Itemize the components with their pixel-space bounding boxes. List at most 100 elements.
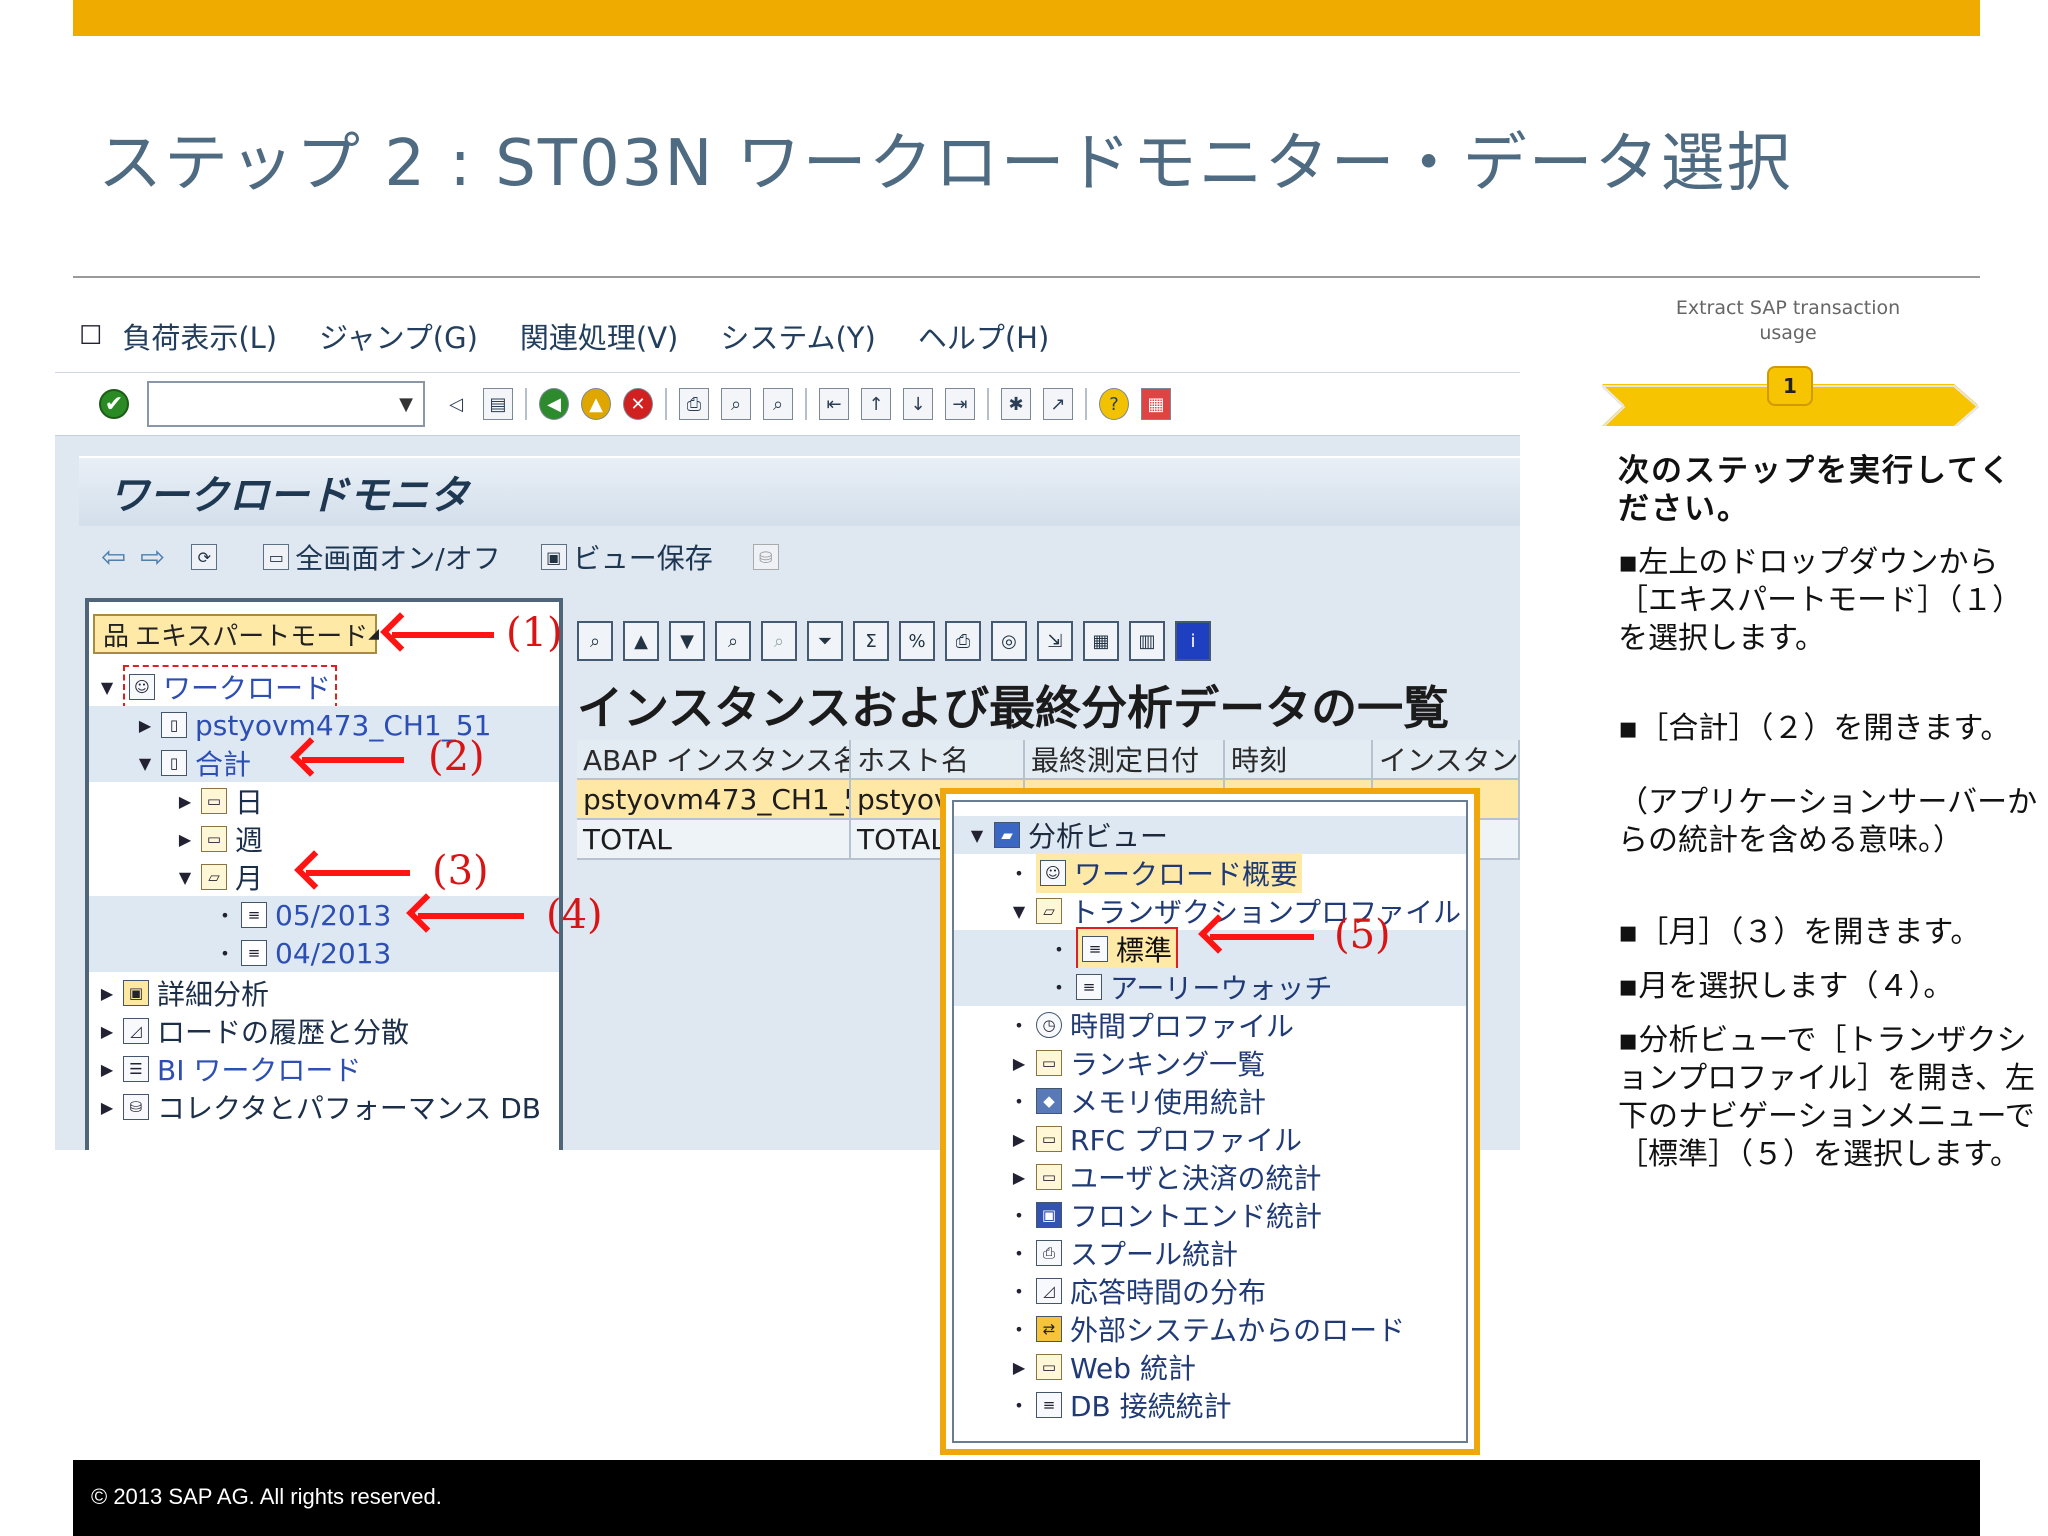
tree-node-instance[interactable]: ▶ ▯ pstyovm473_CH1_51	[89, 706, 559, 744]
fullscreen-toggle-button[interactable]: ▭ 全画面オン/オフ	[263, 537, 501, 577]
tree-node-detail[interactable]: ▶ ▣ 詳細分析	[89, 974, 559, 1012]
column-header[interactable]: インスタンスの	[1373, 740, 1520, 780]
expanded-triangle-icon[interactable]: ▼	[1010, 902, 1028, 921]
expanded-triangle-icon[interactable]: ▼	[968, 826, 986, 845]
collapse-icon[interactable]: ◁	[441, 388, 471, 420]
arrow-left-icon[interactable]: ⇦	[101, 540, 126, 575]
expanded-triangle-icon[interactable]: ▼	[97, 678, 117, 697]
export-icon[interactable]: ⇲	[1037, 621, 1073, 661]
previous-page-icon[interactable]: ↑	[861, 388, 891, 420]
item-ranking-list[interactable]: ▶ ▭ ランキング一覧	[954, 1044, 1466, 1082]
bullet-icon: •	[1014, 1243, 1024, 1263]
column-header[interactable]: ABAP インスタンス名	[577, 740, 851, 780]
annotation-label-5: (5)	[1334, 912, 1391, 958]
database-button[interactable]: ⛁	[752, 544, 785, 570]
tree-node-total[interactable]: ▼ ▯ 合計	[89, 744, 559, 782]
bullet-icon: •	[1014, 1205, 1024, 1225]
column-header[interactable]: 最終測定日付	[1025, 740, 1225, 780]
print-icon[interactable]: ⎙	[679, 388, 709, 420]
expanded-triangle-icon[interactable]: ▼	[175, 868, 195, 887]
tree-node-history[interactable]: ▶ ◿ ロードの履歴と分散	[89, 1012, 559, 1050]
collapsed-triangle-icon[interactable]: ▶	[1010, 1054, 1028, 1073]
exit-icon[interactable]: ▲	[581, 388, 611, 420]
info-icon[interactable]: i	[1175, 621, 1211, 661]
collapsed-triangle-icon[interactable]: ▶	[1010, 1168, 1028, 1187]
sum-icon[interactable]: Σ	[853, 621, 889, 661]
arrow-right-icon[interactable]: ⇨	[140, 540, 165, 575]
command-field[interactable]: ▼	[147, 381, 425, 427]
layout-menu-icon[interactable]: ▦	[1141, 388, 1171, 420]
analysis-view-root[interactable]: ▼ ▰ 分析ビュー	[954, 816, 1466, 854]
tree-node-workload[interactable]: ▼ ☺ ワークロード	[89, 665, 559, 709]
find-icon[interactable]: ⌕	[715, 621, 751, 661]
item-spool-stats[interactable]: • ⎙ スプール統計	[954, 1234, 1466, 1272]
tree-node-day[interactable]: ▶ ▭ 日	[89, 782, 559, 820]
menu-load-display[interactable]: 負荷表示(L)	[122, 315, 277, 357]
menu-help[interactable]: ヘルプ(H)	[918, 315, 1049, 357]
chevron-down-icon[interactable]: ▼	[399, 394, 413, 415]
print-preview-icon[interactable]: ⎙	[945, 621, 981, 661]
collapsed-triangle-icon[interactable]: ▶	[97, 1098, 117, 1117]
collapsed-triangle-icon[interactable]: ▶	[175, 792, 195, 811]
menu-system[interactable]: システム(Y)	[720, 315, 875, 357]
collapsed-triangle-icon[interactable]: ▶	[1010, 1358, 1028, 1377]
standard-highlight: ≡ 標準	[1076, 927, 1179, 971]
save-view-button[interactable]: ▣ ビュー保存	[540, 537, 713, 577]
expanded-triangle-icon[interactable]: ▼	[135, 754, 155, 773]
system-menu-icon[interactable]: ☐	[79, 321, 102, 351]
sort-ascending-icon[interactable]: ▲	[623, 621, 659, 661]
user-icon: ☺	[1040, 860, 1066, 886]
enter-check-icon[interactable]: ✔	[99, 389, 129, 419]
last-page-icon[interactable]: ⇥	[945, 388, 975, 420]
item-user-accounting[interactable]: ▶ ▭ ユーザと決済の統計	[954, 1158, 1466, 1196]
collapsed-triangle-icon[interactable]: ▶	[97, 1022, 117, 1041]
graphic-icon[interactable]: ▥	[1129, 621, 1165, 661]
tree-node-bi[interactable]: ▶ ☰ BI ワークロード	[89, 1050, 559, 1088]
collapsed-triangle-icon[interactable]: ▶	[97, 984, 117, 1003]
column-header[interactable]: 時刻	[1225, 740, 1373, 780]
collapsed-triangle-icon[interactable]: ▶	[1010, 1130, 1028, 1149]
first-page-icon[interactable]: ⇤	[819, 388, 849, 420]
back-icon[interactable]: ◀	[539, 388, 569, 420]
item-memory-usage[interactable]: • ◆ メモリ使用統計	[954, 1082, 1466, 1120]
bullet-icon: •	[220, 943, 230, 963]
item-external-load[interactable]: • ⇄ 外部システムからのロード	[954, 1310, 1466, 1348]
chevron-down-icon[interactable]: ◢	[368, 626, 379, 642]
refresh-button[interactable]: ⟳	[191, 544, 223, 570]
layout-icon[interactable]: ▦	[1083, 621, 1119, 661]
annotation-arrow-4	[418, 913, 524, 919]
item-time-profile[interactable]: • ◷ 時間プロファイル	[954, 1006, 1466, 1044]
step-number-badge: 1	[1767, 366, 1813, 406]
tree-node-collector[interactable]: ▶ ⛁ コレクタとパフォーマンス DB	[89, 1088, 559, 1126]
collapsed-triangle-icon[interactable]: ▶	[135, 716, 155, 735]
mode-dropdown[interactable]: 品 エキスパートモード ◢	[93, 614, 379, 654]
new-session-icon[interactable]: ✱	[1001, 388, 1031, 420]
details-icon[interactable]: ⌕	[577, 621, 613, 661]
subtotal-icon[interactable]: %	[899, 621, 935, 661]
column-header[interactable]: ホスト名	[851, 740, 1025, 780]
save-icon[interactable]: ▤	[483, 388, 513, 420]
filter-icon[interactable]: ⏷	[807, 621, 843, 661]
item-workload-overview[interactable]: • ☺ ワークロード概要	[954, 853, 1466, 893]
server-icon: ▯	[161, 750, 187, 776]
views-icon[interactable]: ◎	[991, 621, 1027, 661]
item-web-stats[interactable]: ▶ ▭ Web 統計	[954, 1348, 1466, 1386]
help-icon[interactable]: ?	[1099, 388, 1129, 420]
shortcut-icon[interactable]: ↗	[1043, 388, 1073, 420]
collapsed-triangle-icon[interactable]: ▶	[97, 1060, 117, 1079]
find-next-icon[interactable]: ⌕	[763, 388, 793, 420]
menu-related[interactable]: 関連処理(V)	[520, 315, 678, 357]
menu-jump[interactable]: ジャンプ(G)	[319, 315, 478, 357]
item-frontend-stats[interactable]: • ▣ フロントエンド統計	[954, 1196, 1466, 1234]
cancel-icon[interactable]: ✕	[623, 388, 653, 420]
find-next-icon[interactable]: ⌕	[761, 621, 797, 661]
item-earlywatch[interactable]: • ≡ アーリーウォッチ	[954, 968, 1466, 1006]
next-page-icon[interactable]: ↓	[903, 388, 933, 420]
sort-descending-icon[interactable]: ▼	[669, 621, 705, 661]
tree-node-month-2[interactable]: • ≡ 04/2013	[89, 934, 559, 972]
item-db-connection[interactable]: • ≡ DB 接続統計	[954, 1386, 1466, 1424]
find-icon[interactable]: ⌕	[721, 388, 751, 420]
collapsed-triangle-icon[interactable]: ▶	[175, 830, 195, 849]
item-rfc-profile[interactable]: ▶ ▭ RFC プロファイル	[954, 1120, 1466, 1158]
item-response-time[interactable]: • ◿ 応答時間の分布	[954, 1272, 1466, 1310]
